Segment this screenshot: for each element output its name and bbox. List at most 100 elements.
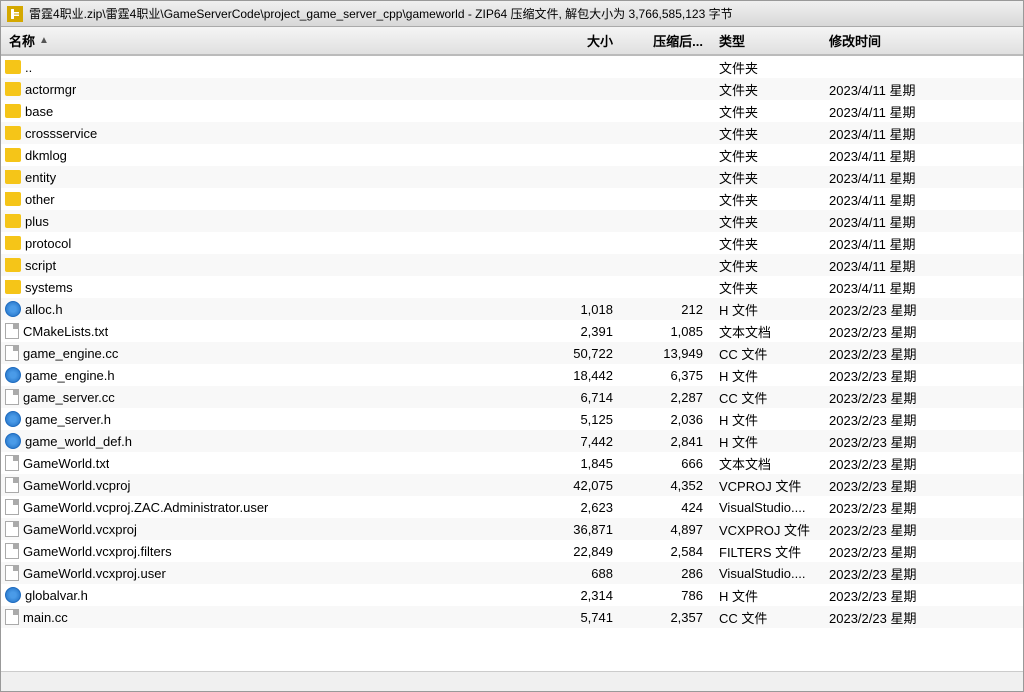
folder-icon <box>5 60 21 74</box>
cell-modified: 2023/2/23 星期 <box>821 322 1023 341</box>
table-row[interactable]: dkmlog文件夹2023/4/11 星期 <box>1 144 1023 166</box>
cell-type: CC 文件 <box>711 388 821 407</box>
folder-icon <box>5 236 21 250</box>
folder-icon <box>5 214 21 228</box>
file-name: .. <box>25 60 32 75</box>
cell-name: GameWorld.vcproj <box>1 477 531 493</box>
table-row[interactable]: systems 文件夹2023/4/11 星期 <box>1 276 1023 298</box>
cell-modified: 2023/2/23 星期 <box>821 344 1023 363</box>
cell-size: 5,741 <box>531 610 621 625</box>
cell-modified: 2023/2/23 星期 <box>821 454 1023 473</box>
file-name: game_world_def.h <box>25 434 132 449</box>
cell-name: GameWorld.vcxproj.filters <box>1 543 531 559</box>
cell-compressed: 13,949 <box>621 346 711 361</box>
folder-icon <box>5 148 21 162</box>
table-row[interactable]: GameWorld.vcxproj.filters22,8492,584FILT… <box>1 540 1023 562</box>
cell-modified: 2023/2/23 星期 <box>821 388 1023 407</box>
cell-type: 文件夹 <box>711 278 821 297</box>
table-row[interactable]: GameWorld.vcproj42,0754,352VCPROJ 文件2023… <box>1 474 1023 496</box>
cell-modified: 2023/2/23 星期 <box>821 300 1023 319</box>
cell-modified: 2023/2/23 星期 <box>821 366 1023 385</box>
col-header-modified[interactable]: 修改时间 <box>821 31 1023 50</box>
cell-type: FILTERS 文件 <box>711 542 821 561</box>
file-list[interactable]: ..文件夹actormgr文件夹2023/4/11 星期base文件夹2023/… <box>1 56 1023 671</box>
cell-modified: 2023/4/11 星期 <box>821 278 1023 297</box>
table-row[interactable]: GameWorld.vcxproj.user688286VisualStudio… <box>1 562 1023 584</box>
cell-size: 1,845 <box>531 456 621 471</box>
cell-name: GameWorld.txt <box>1 455 531 471</box>
col-header-name[interactable]: 名称 ▲ <box>1 31 531 50</box>
file-icon <box>5 323 19 339</box>
cell-modified: 2023/2/23 星期 <box>821 542 1023 561</box>
cell-type: CC 文件 <box>711 344 821 363</box>
file-name: crossservice <box>25 126 97 141</box>
col-header-size[interactable]: 大小 <box>531 31 621 50</box>
col-header-type[interactable]: 类型 <box>711 31 821 50</box>
cell-modified: 2023/2/23 星期 <box>821 410 1023 429</box>
table-row[interactable]: CMakeLists.txt2,3911,085文本文档2023/2/23 星期 <box>1 320 1023 342</box>
file-icon <box>5 499 19 515</box>
cell-size: 2,314 <box>531 588 621 603</box>
cell-type: H 文件 <box>711 410 821 429</box>
table-row[interactable]: game_engine.h18,4426,375H 文件2023/2/23 星期 <box>1 364 1023 386</box>
cell-modified: 2023/2/23 星期 <box>821 476 1023 495</box>
table-row[interactable]: GameWorld.vcproj.ZAC.Administrator.user2… <box>1 496 1023 518</box>
file-name: game_server.h <box>25 412 111 427</box>
cell-name: actormgr <box>1 82 531 97</box>
cell-type: H 文件 <box>711 586 821 605</box>
table-row[interactable]: script文件夹2023/4/11 星期 <box>1 254 1023 276</box>
globe-icon <box>5 433 21 449</box>
file-name: script <box>25 258 56 273</box>
table-row[interactable]: GameWorld.vcxproj36,8714,897VCXPROJ 文件20… <box>1 518 1023 540</box>
status-bar <box>1 671 1023 691</box>
table-row[interactable]: crossservice文件夹2023/4/11 星期 <box>1 122 1023 144</box>
file-icon <box>5 543 19 559</box>
globe-icon <box>5 301 21 317</box>
cell-modified: 2023/4/11 星期 <box>821 146 1023 165</box>
table-row[interactable]: game_world_def.h7,4422,841H 文件2023/2/23 … <box>1 430 1023 452</box>
cell-size: 6,714 <box>531 390 621 405</box>
cell-name: game_server.cc <box>1 389 531 405</box>
cell-modified: 2023/4/11 星期 <box>821 190 1023 209</box>
cell-type: 文件夹 <box>711 168 821 187</box>
file-icon <box>5 565 19 581</box>
table-row[interactable]: main.cc5,7412,357CC 文件2023/2/23 星期 <box>1 606 1023 628</box>
cell-size: 22,849 <box>531 544 621 559</box>
cell-name: base <box>1 104 531 119</box>
cell-compressed: 2,841 <box>621 434 711 449</box>
cell-modified: 2023/4/11 星期 <box>821 102 1023 121</box>
cell-size: 2,623 <box>531 500 621 515</box>
cell-modified: 2023/4/11 星期 <box>821 168 1023 187</box>
file-name: GameWorld.vcxproj.user <box>23 566 166 581</box>
cell-compressed: 6,375 <box>621 368 711 383</box>
table-row[interactable]: base文件夹2023/4/11 星期 <box>1 100 1023 122</box>
file-name: systems <box>25 280 73 295</box>
table-row[interactable]: globalvar.h2,314786H 文件2023/2/23 星期 <box>1 584 1023 606</box>
table-row[interactable]: protocol文件夹2023/4/11 星期 <box>1 232 1023 254</box>
table-row[interactable]: GameWorld.txt1,845666文本文档2023/2/23 星期 <box>1 452 1023 474</box>
table-row[interactable]: game_server.h5,1252,036H 文件2023/2/23 星期 <box>1 408 1023 430</box>
table-row[interactable]: other文件夹2023/4/11 星期 <box>1 188 1023 210</box>
file-name: GameWorld.vcproj <box>23 478 130 493</box>
globe-icon <box>5 411 21 427</box>
cell-modified: 2023/2/23 星期 <box>821 520 1023 539</box>
table-row[interactable]: plus文件夹2023/4/11 星期 <box>1 210 1023 232</box>
cell-name: game_world_def.h <box>1 433 531 449</box>
cell-compressed: 786 <box>621 588 711 603</box>
cell-size: 50,722 <box>531 346 621 361</box>
file-name: alloc.h <box>25 302 63 317</box>
cell-name: protocol <box>1 236 531 251</box>
cell-type: CC 文件 <box>711 608 821 627</box>
col-header-compressed[interactable]: 压缩后... <box>621 31 711 50</box>
folder-icon <box>5 170 21 184</box>
table-row[interactable]: alloc.h1,018212H 文件2023/2/23 星期 <box>1 298 1023 320</box>
table-row[interactable]: entity文件夹2023/4/11 星期 <box>1 166 1023 188</box>
cell-compressed: 2,584 <box>621 544 711 559</box>
table-row[interactable]: ..文件夹 <box>1 56 1023 78</box>
table-row[interactable]: game_server.cc6,7142,287CC 文件2023/2/23 星… <box>1 386 1023 408</box>
cell-type: 文本文档 <box>711 322 821 341</box>
cell-type: VisualStudio.... <box>711 566 821 581</box>
table-row[interactable]: game_engine.cc50,72213,949CC 文件2023/2/23… <box>1 342 1023 364</box>
cell-type: 文件夹 <box>711 190 821 209</box>
table-row[interactable]: actormgr文件夹2023/4/11 星期 <box>1 78 1023 100</box>
